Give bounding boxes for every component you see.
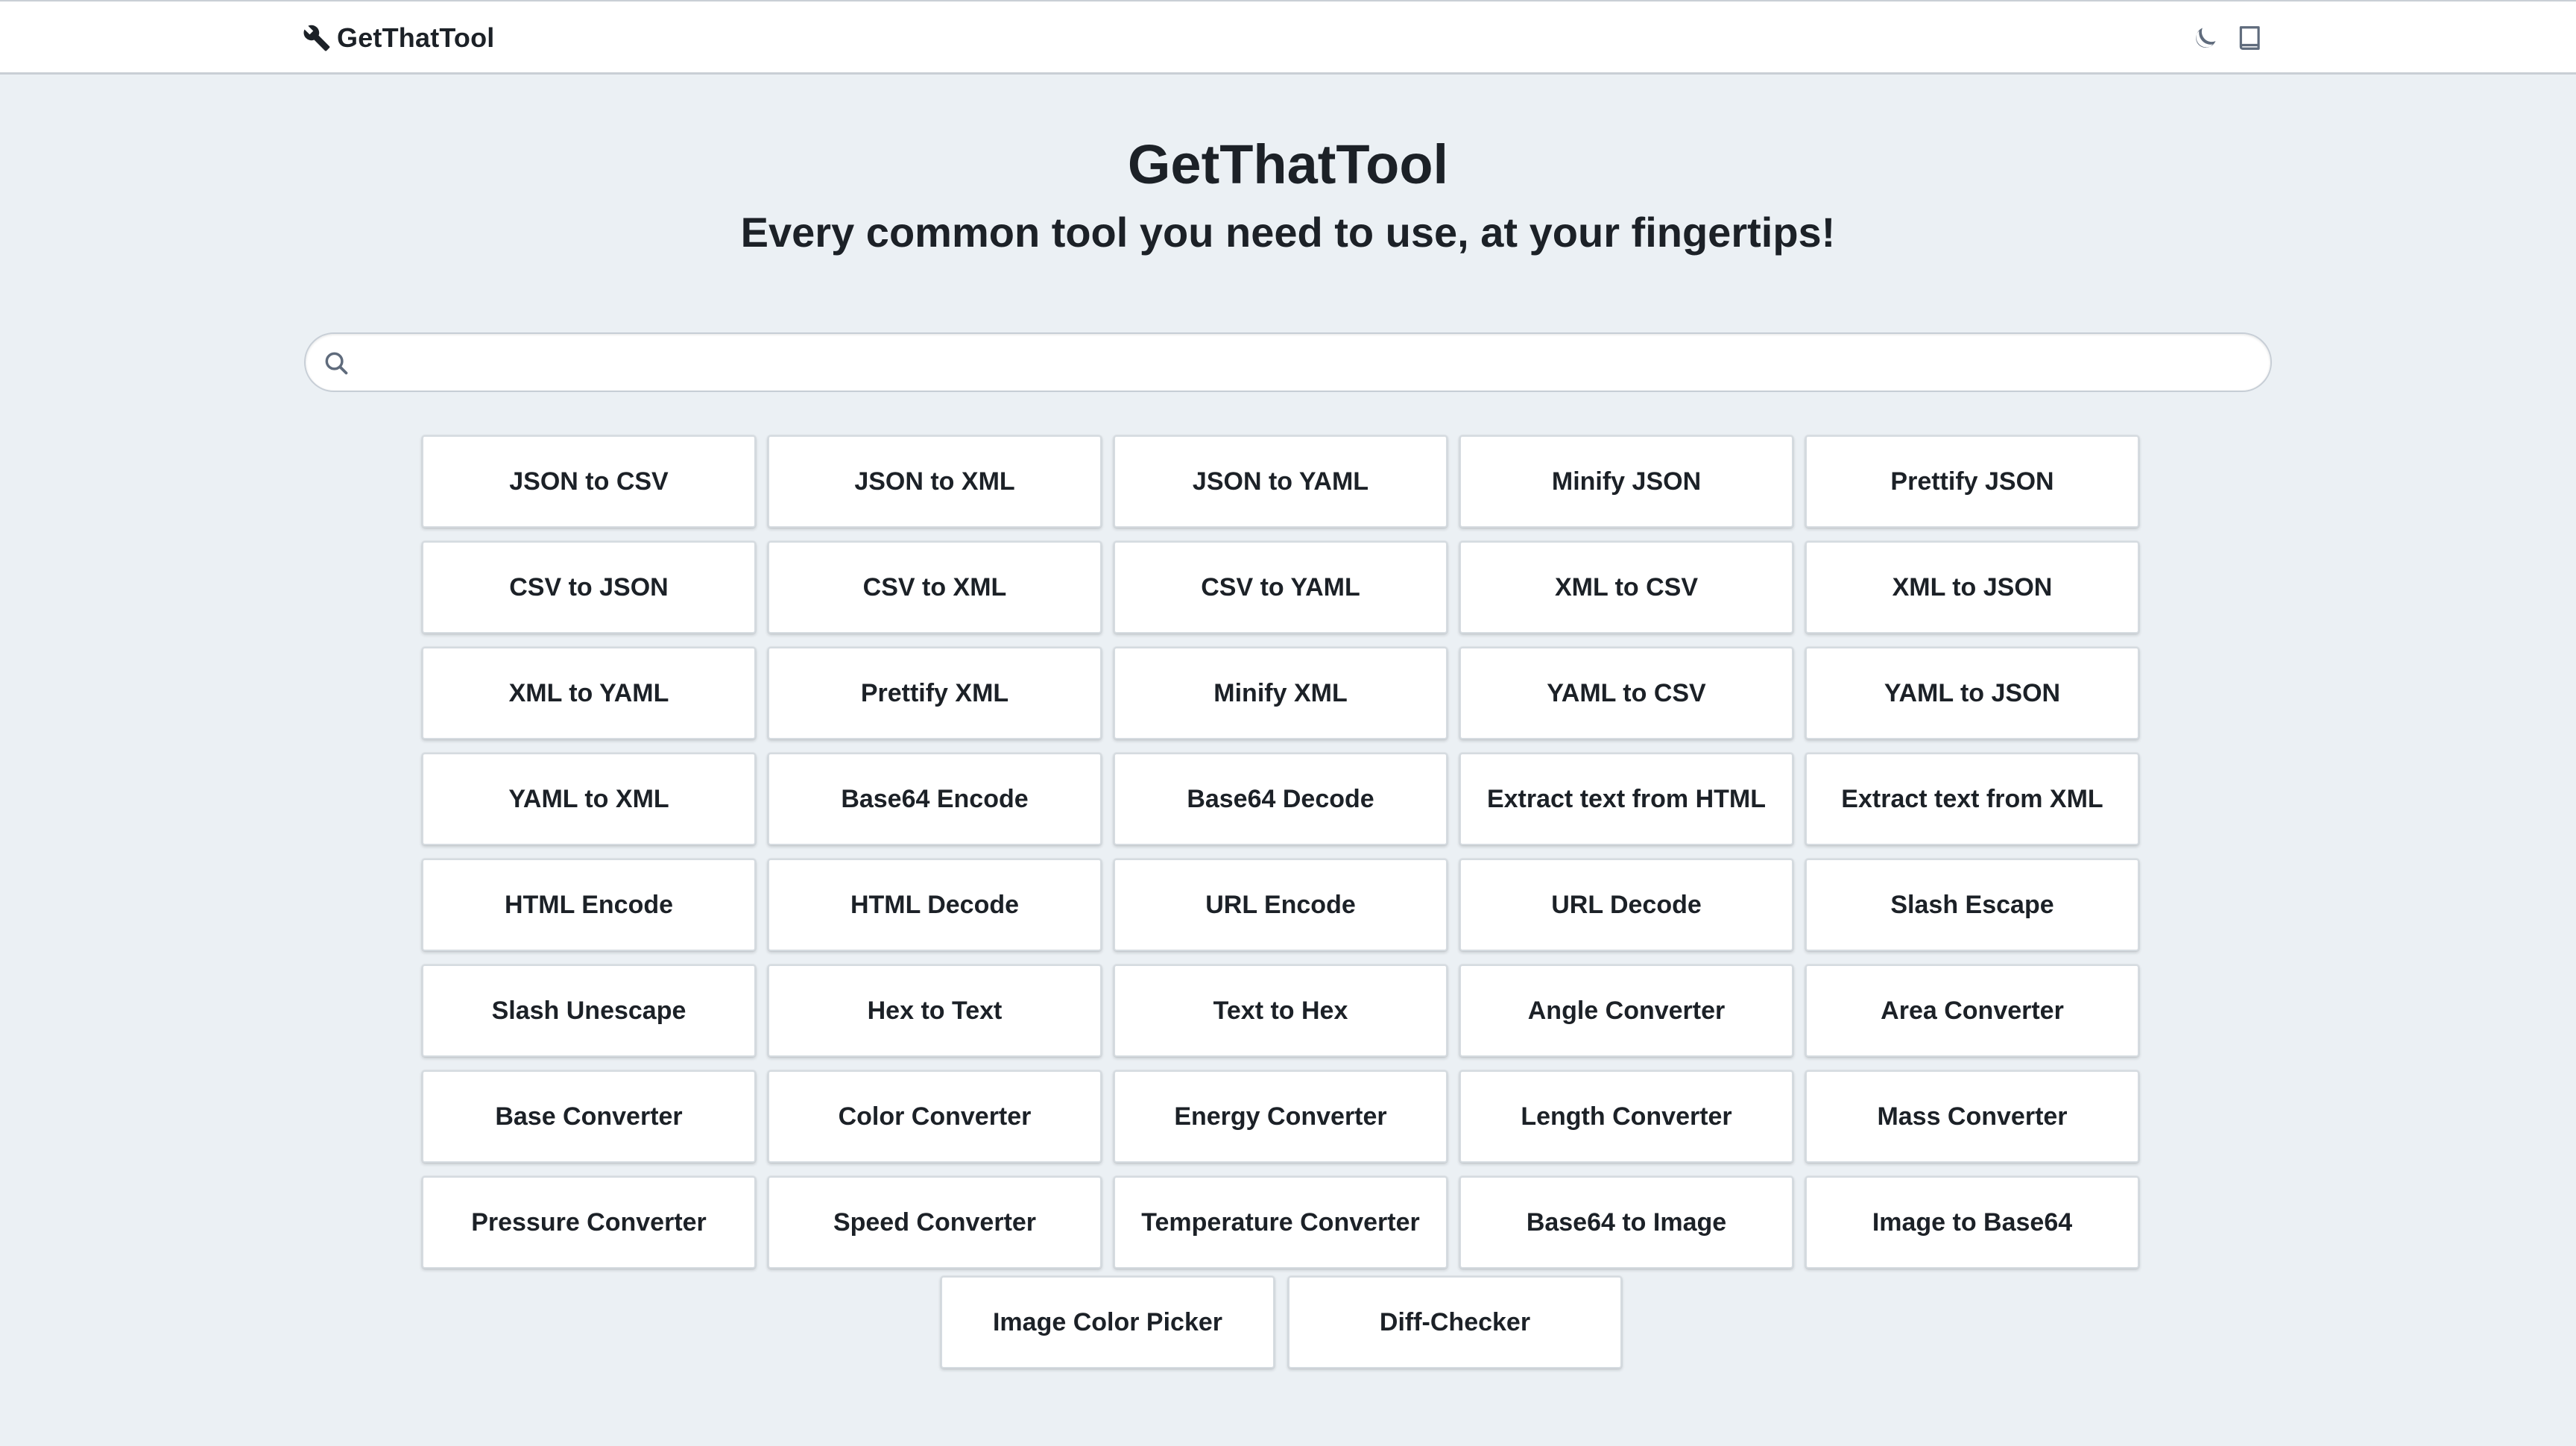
wrench-icon bbox=[303, 24, 331, 52]
tool-prettify-json[interactable]: Prettify JSON bbox=[1805, 435, 2139, 528]
tool-pressure-converter[interactable]: Pressure Converter bbox=[422, 1176, 756, 1269]
tool-yaml-to-json[interactable]: YAML to JSON bbox=[1805, 647, 2139, 739]
tool-speed-converter[interactable]: Speed Converter bbox=[768, 1176, 1102, 1269]
tool-csv-to-yaml[interactable]: CSV to YAML bbox=[1114, 541, 1448, 634]
tool-json-to-yaml[interactable]: JSON to YAML bbox=[1114, 435, 1448, 528]
tool-html-decode[interactable]: HTML Decode bbox=[768, 859, 1102, 951]
page-subtitle: Every common tool you need to use, at yo… bbox=[740, 209, 1836, 256]
tool-csv-to-json[interactable]: CSV to JSON bbox=[422, 541, 756, 634]
tool-text-to-hex[interactable]: Text to Hex bbox=[1114, 964, 1448, 1057]
tool-url-decode[interactable]: URL Decode bbox=[1459, 859, 1793, 951]
page-title: GetThatTool bbox=[1127, 133, 1449, 195]
search-input[interactable] bbox=[365, 334, 2254, 392]
tool-xml-to-csv[interactable]: XML to CSV bbox=[1459, 541, 1793, 634]
top-navbar: GetThatTool bbox=[0, 0, 2576, 75]
tool-base-converter[interactable]: Base Converter bbox=[422, 1070, 756, 1163]
tool-slash-escape[interactable]: Slash Escape bbox=[1805, 859, 2139, 951]
tool-color-converter[interactable]: Color Converter bbox=[768, 1070, 1102, 1163]
tool-yaml-to-xml[interactable]: YAML to XML bbox=[422, 753, 756, 845]
tool-xml-to-yaml[interactable]: XML to YAML bbox=[422, 647, 756, 739]
tool-hex-to-text[interactable]: Hex to Text bbox=[768, 964, 1102, 1057]
tools-last-row: Image Color Picker Diff-Checker bbox=[941, 1276, 1622, 1368]
tool-temperature-converter[interactable]: Temperature Converter bbox=[1114, 1176, 1448, 1269]
tool-slash-unescape[interactable]: Slash Unescape bbox=[422, 964, 756, 1057]
search-bar[interactable] bbox=[304, 332, 2272, 392]
tool-angle-converter[interactable]: Angle Converter bbox=[1459, 964, 1793, 1057]
tool-diff-checker[interactable]: Diff-Checker bbox=[1288, 1276, 1622, 1368]
brand-link[interactable]: GetThatTool bbox=[303, 21, 495, 55]
tool-url-encode[interactable]: URL Encode bbox=[1114, 859, 1448, 951]
tools-grid: JSON to CSV JSON to XML JSON to YAML Min… bbox=[422, 435, 2141, 1269]
book-icon[interactable] bbox=[2236, 24, 2264, 52]
tool-base64-to-image[interactable]: Base64 to Image bbox=[1459, 1176, 1793, 1269]
tool-base64-encode[interactable]: Base64 Encode bbox=[768, 753, 1102, 845]
tool-json-to-xml[interactable]: JSON to XML bbox=[768, 435, 1102, 528]
tool-prettify-xml[interactable]: Prettify XML bbox=[768, 647, 1102, 739]
tool-extract-text-from-xml[interactable]: Extract text from XML bbox=[1805, 753, 2139, 845]
tool-html-encode[interactable]: HTML Encode bbox=[422, 859, 756, 951]
tool-mass-converter[interactable]: Mass Converter bbox=[1805, 1070, 2139, 1163]
tool-image-color-picker[interactable]: Image Color Picker bbox=[941, 1276, 1275, 1368]
tool-energy-converter[interactable]: Energy Converter bbox=[1114, 1070, 1448, 1163]
tool-minify-json[interactable]: Minify JSON bbox=[1459, 435, 1793, 528]
tool-area-converter[interactable]: Area Converter bbox=[1805, 964, 2139, 1057]
tool-length-converter[interactable]: Length Converter bbox=[1459, 1070, 1793, 1163]
tool-json-to-csv[interactable]: JSON to CSV bbox=[422, 435, 756, 528]
tool-minify-xml[interactable]: Minify XML bbox=[1114, 647, 1448, 739]
tool-extract-text-from-html[interactable]: Extract text from HTML bbox=[1459, 753, 1793, 845]
tool-base64-decode[interactable]: Base64 Decode bbox=[1114, 753, 1448, 845]
tool-yaml-to-csv[interactable]: YAML to CSV bbox=[1459, 647, 1793, 739]
tool-xml-to-json[interactable]: XML to JSON bbox=[1805, 541, 2139, 634]
tool-csv-to-xml[interactable]: CSV to XML bbox=[768, 541, 1102, 634]
search-icon bbox=[322, 349, 350, 377]
moon-icon[interactable] bbox=[2191, 24, 2220, 52]
brand-name: GetThatTool bbox=[337, 22, 495, 53]
tool-image-to-base64[interactable]: Image to Base64 bbox=[1805, 1176, 2139, 1269]
